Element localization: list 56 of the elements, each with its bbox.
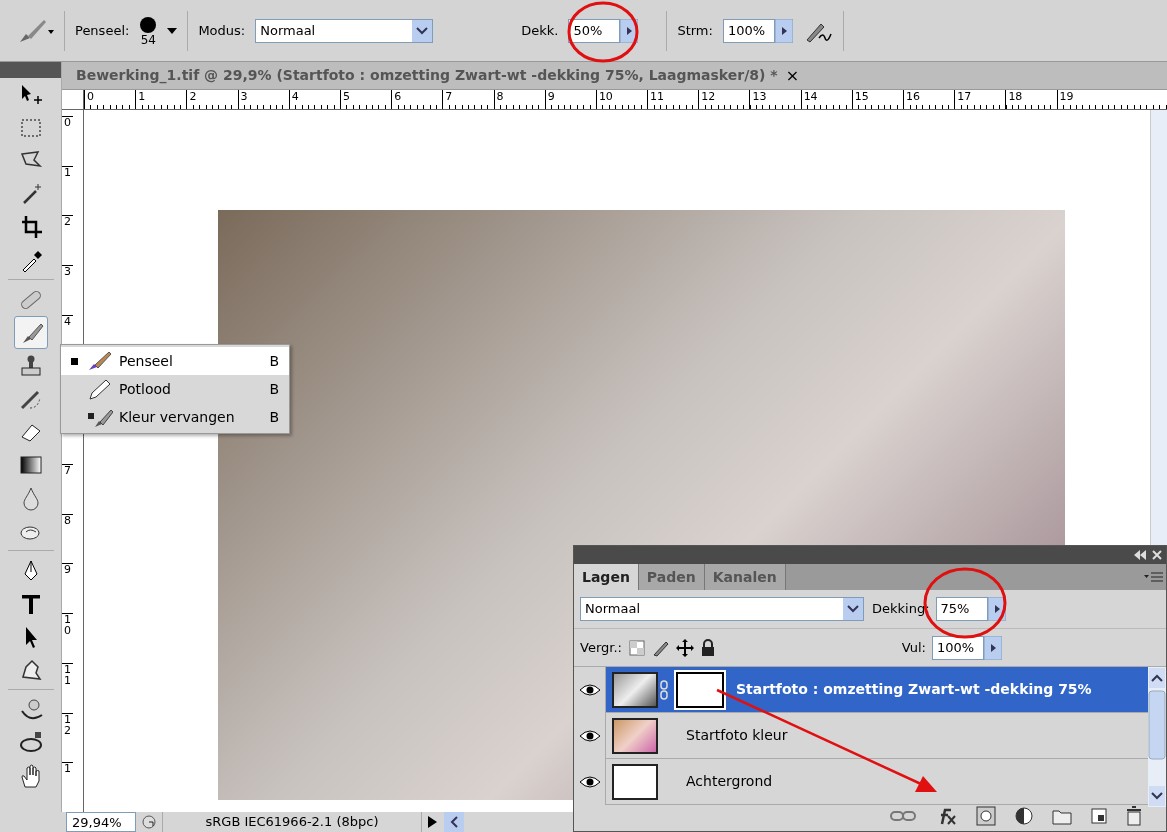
menu-item[interactable]: Penseel B: [61, 347, 289, 375]
layer-row[interactable]: Startfoto kleur: [574, 713, 1148, 759]
flow-field[interactable]: 100%: [722, 18, 775, 43]
caret-icon[interactable]: [167, 27, 178, 34]
new-layer-icon[interactable]: [1090, 807, 1108, 825]
brush-label: Penseel:: [75, 21, 130, 40]
color-profile-text: sRGB IEC61966-2.1 (8bpc): [162, 812, 422, 832]
layer-name: Startfoto kleur: [686, 726, 788, 745]
mask-icon[interactable]: [976, 806, 996, 826]
horizontal-ruler: 0 1 2 3 4 5 6 7 8 9 10 11 12 13 14 15 16 17 18 19: [84, 90, 1167, 109]
brush-size: 54: [140, 33, 156, 46]
folder-icon[interactable]: [1052, 807, 1072, 825]
lock-label: Vergr.:: [580, 638, 622, 657]
opacity-label: Dekk.: [521, 21, 559, 40]
eye-icon[interactable]: [578, 774, 601, 789]
document-tab[interactable]: Bewerking_1.tif @ 29,9% (Startfoto : omzetting Zwart-wt -dekking 75%, Laagmasker/8) *: [76, 65, 778, 86]
layer-thumbnail: [612, 717, 658, 754]
layer-row[interactable]: Startfoto : omzetting Zwart-wt -dekking 75%: [574, 667, 1148, 713]
collapse-icon[interactable]: [1134, 550, 1146, 560]
layer-name: Achtergrond: [686, 772, 773, 791]
layer-thumbnail: [612, 671, 658, 708]
layer-row[interactable]: Achtergrond: [574, 759, 1148, 805]
close-icon[interactable]: ×: [785, 63, 800, 88]
lock-transparency-icon[interactable]: [627, 638, 646, 657]
adjustment-icon[interactable]: [1014, 806, 1034, 826]
zoom-field[interactable]: 29,94%: [66, 812, 136, 832]
brush-tip-icon[interactable]: [139, 15, 158, 34]
eye-icon[interactable]: [578, 728, 601, 743]
slider-arrow-icon[interactable]: [774, 18, 793, 43]
lock-icon[interactable]: [699, 638, 716, 657]
link-icon[interactable]: [658, 678, 670, 701]
mode-dropdown[interactable]: Normaal: [255, 18, 434, 43]
fill-field[interactable]: 100%: [932, 635, 984, 660]
layer-name: Startfoto : omzetting Zwart-wt -dekking 75%: [736, 680, 1092, 699]
brush-icon: [87, 350, 113, 372]
layer-mask-thumbnail[interactable]: [674, 669, 726, 710]
flow-label: Strm:: [677, 21, 713, 40]
opacity-field[interactable]: 50%: [568, 18, 621, 43]
toolbox-header: [0, 62, 61, 78]
eye-icon[interactable]: [578, 682, 601, 697]
caret-icon[interactable]: [412, 19, 433, 42]
panel-tab[interactable]: Lagen: [574, 564, 639, 590]
fill-label: Vul:: [901, 638, 926, 657]
scroll-left-icon[interactable]: [444, 812, 464, 832]
trash-icon[interactable]: [1126, 806, 1142, 826]
scrollbar[interactable]: [1148, 667, 1166, 807]
opacity-field[interactable]: 75%: [935, 597, 988, 621]
blend-mode-dropdown[interactable]: Normaal: [580, 597, 864, 621]
slider-arrow-icon[interactable]: [984, 635, 1002, 660]
pencil-icon: [87, 378, 113, 400]
layer-thumbnail: [612, 763, 658, 800]
caret-icon[interactable]: [843, 598, 863, 620]
close-icon[interactable]: [1152, 550, 1162, 560]
move-icon[interactable]: [675, 638, 694, 657]
link-icon[interactable]: [890, 810, 916, 822]
mode-label: Modus:: [198, 21, 246, 40]
